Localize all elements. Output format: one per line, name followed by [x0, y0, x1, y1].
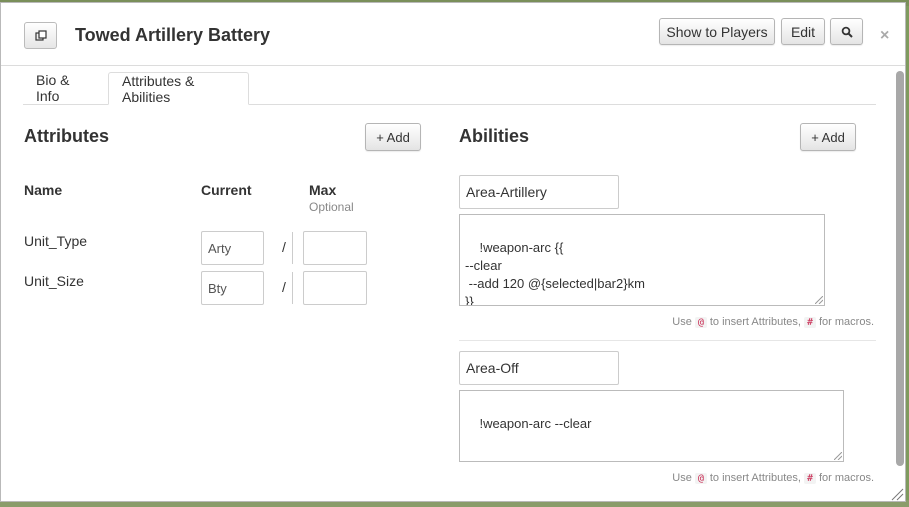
- hint-prefix: Use: [672, 316, 692, 328]
- search-icon: [841, 26, 853, 38]
- attributes-heading: Attributes: [24, 126, 109, 146]
- attribute-name-unit-type[interactable]: Unit_Type: [24, 233, 87, 249]
- add-attribute-button[interactable]: + Add: [365, 123, 421, 151]
- dialog-title: Towed Artillery Battery: [75, 25, 271, 45]
- divider: [292, 272, 293, 304]
- attribute-name-unit-size[interactable]: Unit_Size: [24, 273, 84, 289]
- tab-bar: Bio & Info Attributes & Abilities: [23, 72, 876, 105]
- ability-divider: [459, 340, 876, 341]
- resize-grip-icon[interactable]: [815, 296, 823, 304]
- hint-hash-symbol: #: [803, 473, 816, 484]
- resize-grip-icon[interactable]: [834, 452, 842, 460]
- dialog-resize-icon[interactable]: [890, 487, 904, 501]
- ability-name-input[interactable]: Area-Artillery: [459, 175, 619, 209]
- attribute-max-input[interactable]: [303, 271, 367, 305]
- macro-text: !weapon-arc {{ --clear --add 120 @{selec…: [465, 240, 645, 306]
- macro-text: !weapon-arc --clear: [479, 416, 592, 431]
- dialog-titlebar: Towed Artillery Battery Show to Players …: [1, 3, 905, 66]
- hint-suffix: for macros.: [818, 472, 874, 484]
- ability-macro-textarea[interactable]: !weapon-arc {{ --clear --add 120 @{selec…: [459, 214, 825, 306]
- attribute-current-input[interactable]: Arty: [201, 231, 264, 265]
- hint-at-symbol: @: [694, 473, 707, 484]
- hint-prefix: Use: [672, 472, 692, 484]
- macro-hint: Use @ to insert Attributes, # for macros.: [672, 316, 874, 328]
- max-optional-note: Optional: [309, 200, 354, 214]
- value-separator: /: [282, 239, 286, 255]
- edit-button[interactable]: Edit: [781, 18, 825, 45]
- hint-middle: to insert Attributes,: [709, 472, 801, 484]
- attribute-max-input[interactable]: [303, 231, 367, 265]
- tab-bio-info[interactable]: Bio & Info: [23, 72, 109, 104]
- show-to-players-button[interactable]: Show to Players: [659, 18, 775, 45]
- macro-hint: Use @ to insert Attributes, # for macros.: [672, 472, 874, 484]
- search-button[interactable]: [830, 18, 863, 45]
- hint-hash-symbol: #: [803, 317, 816, 328]
- character-sheet-dialog: Towed Artillery Battery Show to Players …: [0, 2, 906, 502]
- column-current-header: Current: [201, 182, 252, 198]
- tab-attributes-abilities[interactable]: Attributes & Abilities: [108, 72, 249, 105]
- hint-at-symbol: @: [694, 317, 707, 328]
- scrollbar-thumb[interactable]: [896, 71, 904, 466]
- popout-button[interactable]: [24, 22, 57, 49]
- value-separator: /: [282, 279, 286, 295]
- ability-macro-textarea[interactable]: !weapon-arc --clear: [459, 390, 844, 462]
- divider: [292, 232, 293, 264]
- column-name-header: Name: [24, 182, 63, 198]
- abilities-heading: Abilities: [459, 126, 530, 146]
- hint-suffix: for macros.: [818, 316, 874, 328]
- hint-middle: to insert Attributes,: [709, 316, 801, 328]
- attribute-current-input[interactable]: Bty: [201, 271, 264, 305]
- add-ability-button[interactable]: + Add: [800, 123, 856, 151]
- ability-name-input[interactable]: Area-Off: [459, 351, 619, 385]
- close-icon[interactable]: ×: [880, 27, 889, 45]
- popout-icon: [34, 29, 47, 41]
- column-max-header: Max: [309, 182, 337, 198]
